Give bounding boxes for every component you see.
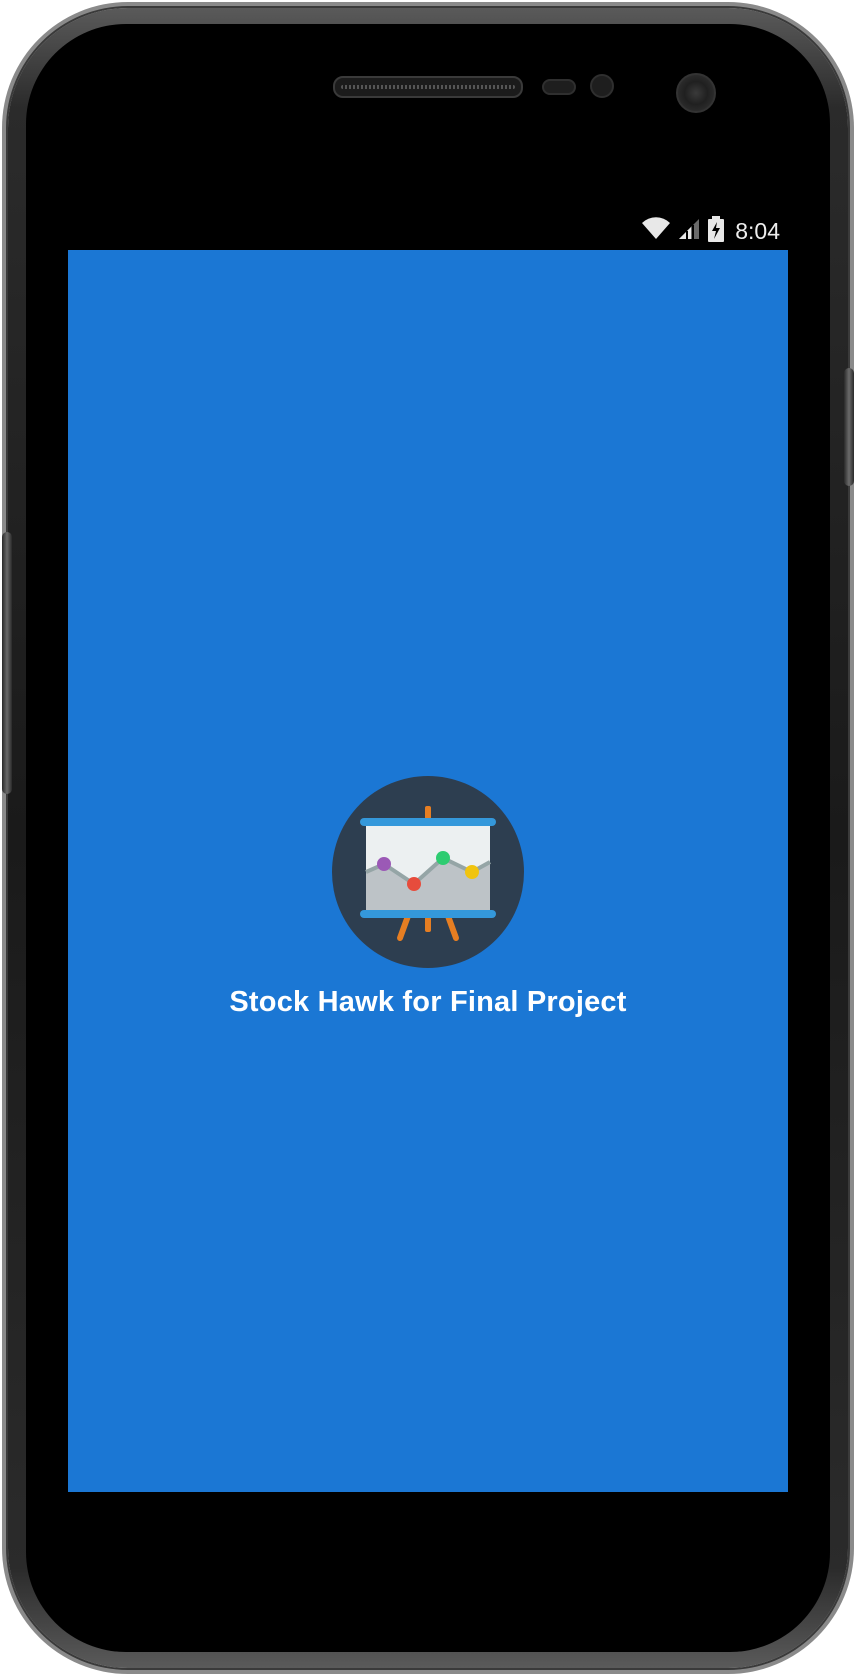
cell-signal-icon	[677, 217, 701, 245]
screen: 8:04 Stock Hawk for Final Project	[68, 212, 788, 1492]
earpiece-speaker	[333, 76, 523, 98]
power-button	[844, 368, 854, 486]
status-icons: 8:04	[641, 216, 780, 246]
splash-content: Stock Hawk for Final Project	[68, 776, 788, 1019]
status-bar: 8:04	[68, 212, 788, 250]
proximity-sensor	[542, 79, 576, 95]
wifi-icon	[641, 217, 671, 245]
status-time: 8:04	[735, 217, 780, 244]
volume-button	[2, 532, 12, 794]
front-camera	[676, 73, 716, 113]
app-title: Stock Hawk for Final Project	[229, 986, 627, 1018]
light-sensor	[590, 74, 614, 98]
battery-charging-icon	[707, 216, 725, 246]
presentation-chart-icon	[332, 776, 524, 968]
device-frame: 8:04 Stock Hawk for Final Project	[0, 0, 856, 1676]
